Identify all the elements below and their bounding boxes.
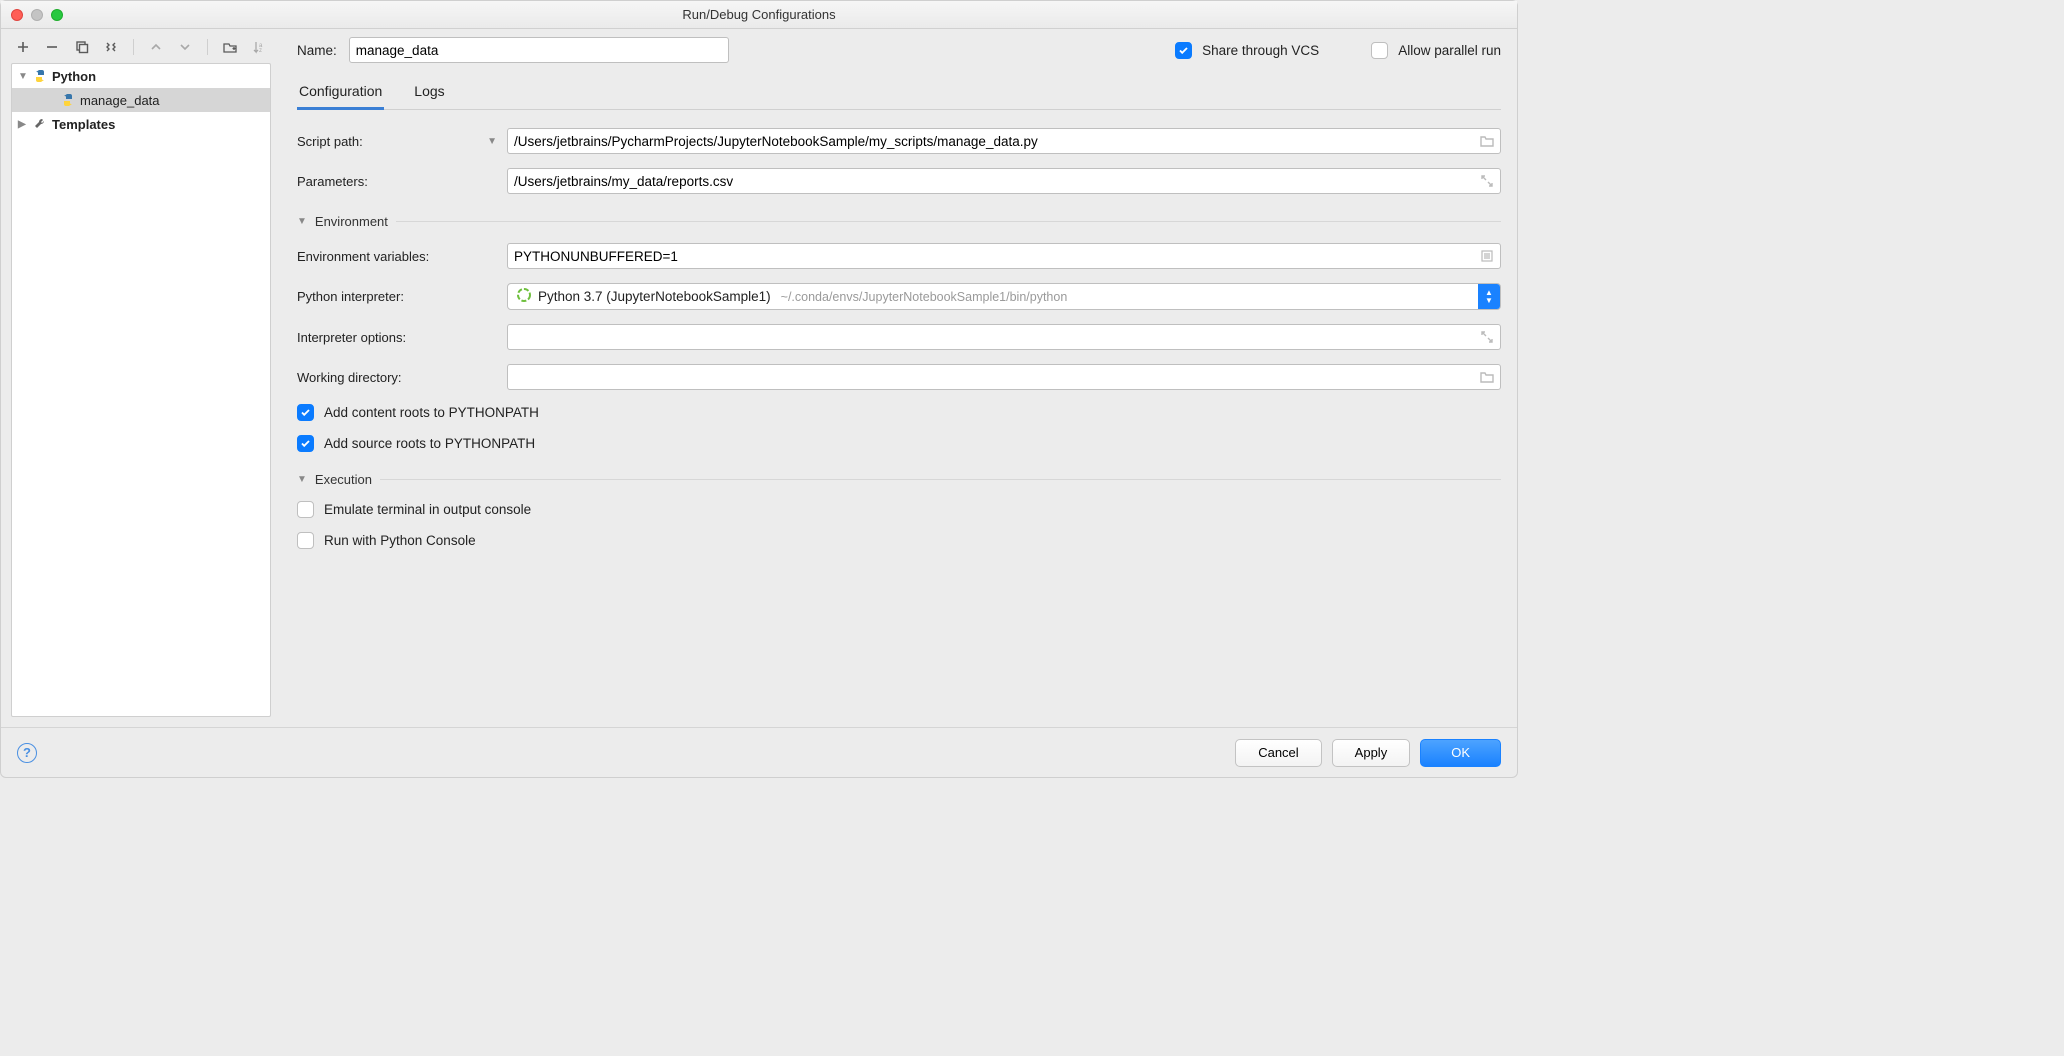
- interpreter-label: Python interpreter:: [297, 289, 497, 304]
- tree-node-label: Templates: [52, 117, 115, 132]
- share-checkbox[interactable]: [1175, 42, 1192, 59]
- interpreter-select[interactable]: Python 3.7 (JupyterNotebookSample1) ~/.c…: [507, 283, 1501, 310]
- environment-section-title: Environment: [315, 214, 388, 229]
- environment-section-header[interactable]: ▼ Environment: [297, 214, 1501, 229]
- copy-config-button[interactable]: [74, 39, 90, 55]
- interpreter-path: ~/.conda/envs/JupyterNotebookSample1/bin…: [781, 290, 1068, 304]
- parallel-checkbox[interactable]: [1371, 42, 1388, 59]
- tab-logs[interactable]: Logs: [412, 77, 446, 110]
- script-path-label: Script path:: [297, 134, 363, 149]
- run-with-console-label: Run with Python Console: [324, 533, 476, 548]
- window-title: Run/Debug Configurations: [1, 7, 1517, 22]
- wrench-icon: [32, 116, 48, 132]
- expand-icon[interactable]: [1479, 173, 1495, 189]
- list-icon[interactable]: [1479, 248, 1495, 264]
- edit-templates-button[interactable]: [104, 39, 120, 55]
- chevron-right-icon: ▶: [18, 119, 28, 130]
- name-input[interactable]: [349, 37, 729, 63]
- run-with-console-row[interactable]: Run with Python Console: [297, 532, 1501, 549]
- add-content-roots-checkbox[interactable]: [297, 404, 314, 421]
- run-with-console-checkbox[interactable]: [297, 532, 314, 549]
- script-path-label-dropdown[interactable]: Script path: ▼: [297, 134, 497, 149]
- browse-folder-icon[interactable]: [1479, 133, 1495, 149]
- add-config-button[interactable]: [15, 39, 31, 55]
- add-content-roots-row[interactable]: Add content roots to PYTHONPATH: [297, 404, 1501, 421]
- emulate-terminal-label: Emulate terminal in output console: [324, 502, 531, 517]
- emulate-terminal-checkbox[interactable]: [297, 501, 314, 518]
- section-divider: [380, 479, 1501, 480]
- share-label: Share through VCS: [1202, 43, 1319, 58]
- select-arrows-icon[interactable]: ▲▼: [1478, 284, 1500, 309]
- expand-icon[interactable]: [1479, 329, 1495, 345]
- chevron-down-icon: ▼: [18, 71, 28, 82]
- sort-button[interactable]: az: [251, 39, 267, 55]
- execution-section-header[interactable]: ▼ Execution: [297, 472, 1501, 487]
- titlebar: Run/Debug Configurations: [1, 1, 1517, 29]
- python-circle-icon: [516, 287, 532, 306]
- add-source-roots-label: Add source roots to PYTHONPATH: [324, 436, 535, 451]
- tree-node-label: Python: [52, 69, 96, 84]
- footer: ? Cancel Apply OK: [1, 727, 1517, 777]
- move-down-button[interactable]: [177, 39, 193, 55]
- browse-folder-icon[interactable]: [1479, 369, 1495, 385]
- script-path-input[interactable]: [507, 128, 1501, 154]
- workdir-label: Working directory:: [297, 370, 497, 385]
- remove-config-button[interactable]: [45, 39, 61, 55]
- apply-button[interactable]: Apply: [1332, 739, 1411, 767]
- chevron-down-icon: ▼: [297, 474, 307, 485]
- env-vars-label: Environment variables:: [297, 249, 497, 264]
- config-form: Script path: ▼ Parameters: ▼ Environ: [297, 120, 1501, 549]
- chevron-down-icon: ▼: [487, 136, 497, 147]
- tree-node-manage-data[interactable]: manage_data: [12, 88, 270, 112]
- workdir-input[interactable]: [507, 364, 1501, 390]
- content-pane: Name: Share through VCS Allow parallel r…: [281, 29, 1517, 727]
- cancel-button[interactable]: Cancel: [1235, 739, 1321, 767]
- execution-section-title: Execution: [315, 472, 372, 487]
- tree-node-templates[interactable]: ▶ Templates: [12, 112, 270, 136]
- interp-options-input[interactable]: [507, 324, 1501, 350]
- interpreter-name: Python 3.7 (JupyterNotebookSample1): [538, 289, 771, 304]
- config-tree[interactable]: ▼ Python manage_data ▶ Templates: [11, 63, 271, 717]
- tabs: Configuration Logs: [297, 77, 1501, 110]
- parallel-label: Allow parallel run: [1398, 43, 1501, 58]
- env-vars-input[interactable]: [507, 243, 1501, 269]
- svg-text:z: z: [259, 48, 262, 54]
- interp-options-label: Interpreter options:: [297, 330, 497, 345]
- add-source-roots-row[interactable]: Add source roots to PYTHONPATH: [297, 435, 1501, 452]
- tree-node-python[interactable]: ▼ Python: [12, 64, 270, 88]
- toolbar-separator: [207, 39, 208, 55]
- toolbar-separator: [133, 39, 134, 55]
- parameters-input[interactable]: [507, 168, 1501, 194]
- name-label: Name:: [297, 43, 337, 58]
- chevron-down-icon: ▼: [297, 216, 307, 227]
- parallel-checkbox-row[interactable]: Allow parallel run: [1371, 42, 1501, 59]
- help-button[interactable]: ?: [17, 743, 37, 763]
- add-content-roots-label: Add content roots to PYTHONPATH: [324, 405, 539, 420]
- ok-button[interactable]: OK: [1420, 739, 1501, 767]
- python-icon: [32, 68, 48, 84]
- folder-config-button[interactable]: [222, 39, 238, 55]
- section-divider: [396, 221, 1501, 222]
- tree-node-label: manage_data: [80, 93, 160, 108]
- share-checkbox-row[interactable]: Share through VCS: [1175, 42, 1319, 59]
- python-icon: [60, 92, 76, 108]
- tab-configuration[interactable]: Configuration: [297, 77, 384, 110]
- move-up-button[interactable]: [148, 39, 164, 55]
- emulate-terminal-row[interactable]: Emulate terminal in output console: [297, 501, 1501, 518]
- add-source-roots-checkbox[interactable]: [297, 435, 314, 452]
- config-toolbar: az: [11, 37, 271, 63]
- sidebar: az ▼ Python manage_data ▶ Templates: [1, 29, 281, 727]
- parameters-label: Parameters:: [297, 174, 497, 189]
